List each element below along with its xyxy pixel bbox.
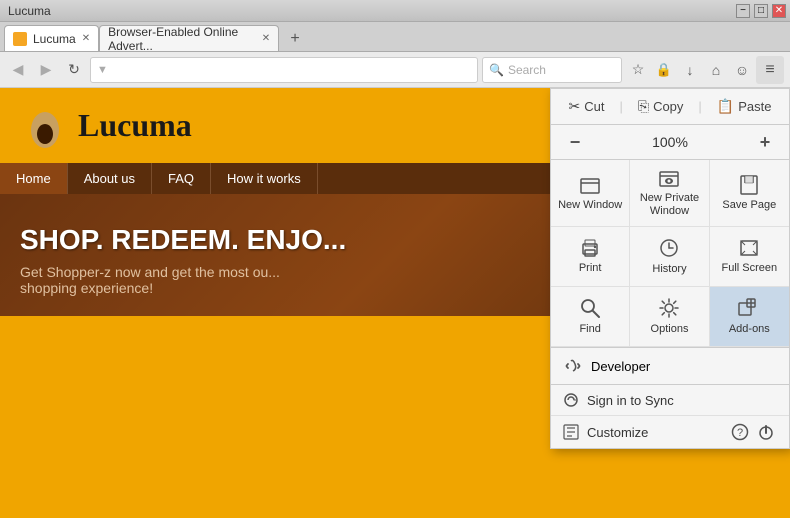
help-icon: ? (731, 423, 749, 441)
find-label: Find (579, 323, 600, 336)
developer-icon (563, 356, 583, 376)
site-logo: Lucuma (20, 98, 192, 153)
fullscreen-button[interactable]: Full Screen (710, 227, 789, 287)
tab-bar: Lucuma ✕ Browser-Enabled Online Advert..… (0, 22, 790, 52)
search-icon: 🔍 (489, 63, 504, 77)
tab-label-2: Browser-Enabled Online Advert... (108, 25, 256, 53)
tab-browser[interactable]: Browser-Enabled Online Advert... ✕ (99, 25, 279, 51)
zoom-percent: 100% (652, 134, 688, 150)
nav-how[interactable]: How it works (211, 163, 318, 194)
addons-button[interactable]: Add-ons (710, 287, 789, 347)
maximize-button[interactable]: □ (754, 4, 768, 18)
new-window-button[interactable]: New Window (551, 160, 630, 227)
find-button[interactable]: Find (551, 287, 630, 347)
fullscreen-label: Full Screen (722, 262, 778, 275)
sign-in-button[interactable]: Sign in to Sync (551, 385, 789, 416)
save-page-button[interactable]: Save Page (710, 160, 789, 227)
search-box[interactable]: 🔍 Search (482, 57, 622, 83)
user-icon[interactable]: ☺ (730, 58, 754, 82)
browser-menu: ✂ Cut | ⎘ Copy | 📋 Paste − 100% + (550, 88, 790, 449)
history-icon (658, 237, 680, 259)
copy-icon: ⎘ (638, 98, 649, 115)
zoom-in-button[interactable]: + (753, 130, 777, 154)
addons-icon (737, 297, 761, 319)
find-icon (579, 297, 601, 319)
print-icon (579, 238, 601, 258)
minimize-button[interactable]: − (736, 4, 750, 18)
new-tab-button[interactable]: + (283, 27, 307, 51)
bottom-icons: ? (729, 421, 777, 443)
copy-button[interactable]: ⎘ Copy (630, 95, 692, 118)
save-page-icon (738, 175, 760, 195)
developer-label: Developer (591, 359, 650, 374)
svg-text:?: ? (737, 427, 743, 439)
download-icon[interactable]: ↓ (678, 58, 702, 82)
menu-grid: New Window New Private Window (551, 160, 789, 348)
customize-button[interactable]: Customize (563, 424, 648, 440)
tab-close-icon-2[interactable]: ✕ (262, 33, 270, 44)
options-label: Options (651, 323, 689, 336)
new-window-icon (579, 175, 601, 195)
window-controls: − □ ✕ (736, 4, 786, 18)
bookmark-icon[interactable]: ☆ (626, 58, 650, 82)
history-label: History (652, 263, 686, 276)
home-icon[interactable]: ⌂ (704, 58, 728, 82)
help-icon-button[interactable]: ? (729, 421, 751, 443)
address-arrow: ▼ (97, 64, 108, 76)
private-window-icon (658, 168, 680, 188)
address-bar[interactable]: ▼ (90, 57, 478, 83)
tab-lucuma[interactable]: Lucuma ✕ (4, 25, 99, 51)
paste-icon: 📋 (717, 98, 734, 115)
history-button[interactable]: History (630, 227, 709, 287)
new-window-label: New Window (558, 199, 622, 212)
customize-icon (563, 424, 579, 440)
options-icon (658, 297, 680, 319)
web-content: Lucuma Home About us FAQ How it works SH… (0, 88, 790, 518)
nav-about[interactable]: About us (68, 163, 152, 194)
cut-icon: ✂ (569, 98, 581, 115)
avocado-logo (20, 98, 70, 153)
cut-copy-paste-row: ✂ Cut | ⎘ Copy | 📋 Paste (551, 89, 789, 125)
tab-close-icon[interactable]: ✕ (82, 33, 90, 44)
print-button[interactable]: Print (551, 227, 630, 287)
menu-bottom-row: Customize ? (551, 416, 789, 448)
power-icon-button[interactable] (755, 421, 777, 443)
sign-in-label: Sign in to Sync (587, 393, 674, 408)
save-page-label: Save Page (722, 199, 776, 212)
search-placeholder: Search (508, 63, 546, 77)
options-button[interactable]: Options (630, 287, 709, 347)
nav-icons: ☆ 🔒 ↓ ⌂ ☺ ≡ (626, 56, 784, 84)
title-bar: Lucuma − □ ✕ (0, 0, 790, 22)
sync-icon (563, 392, 579, 408)
back-button[interactable]: ◀ (6, 58, 30, 82)
zoom-row: − 100% + (551, 125, 789, 160)
cut-button[interactable]: ✂ Cut (561, 95, 613, 118)
forward-button[interactable]: ▶ (34, 58, 58, 82)
navigation-bar: ◀ ▶ ↻ ▼ 🔍 Search ☆ 🔒 ↓ ⌂ ☺ ≡ (0, 52, 790, 88)
addons-label: Add-ons (729, 323, 770, 336)
power-icon (757, 423, 775, 441)
print-label: Print (579, 262, 602, 275)
fullscreen-icon (738, 238, 760, 258)
tab-label: Lucuma (33, 32, 76, 46)
refresh-button[interactable]: ↻ (62, 58, 86, 82)
nav-faq[interactable]: FAQ (152, 163, 211, 194)
developer-button[interactable]: Developer (551, 348, 789, 385)
close-button[interactable]: ✕ (772, 4, 786, 18)
menu-button[interactable]: ≡ (756, 56, 784, 84)
customize-label: Customize (587, 425, 648, 440)
zoom-out-button[interactable]: − (563, 130, 587, 154)
new-private-window-button[interactable]: New Private Window (630, 160, 709, 227)
site-title: Lucuma (78, 107, 192, 144)
lock-icon: 🔒 (652, 58, 676, 82)
paste-button[interactable]: 📋 Paste (709, 95, 780, 118)
nav-home[interactable]: Home (0, 163, 68, 194)
tab-favicon (13, 32, 27, 46)
window-title: Lucuma (8, 4, 51, 18)
new-private-window-label: New Private Window (634, 192, 704, 218)
